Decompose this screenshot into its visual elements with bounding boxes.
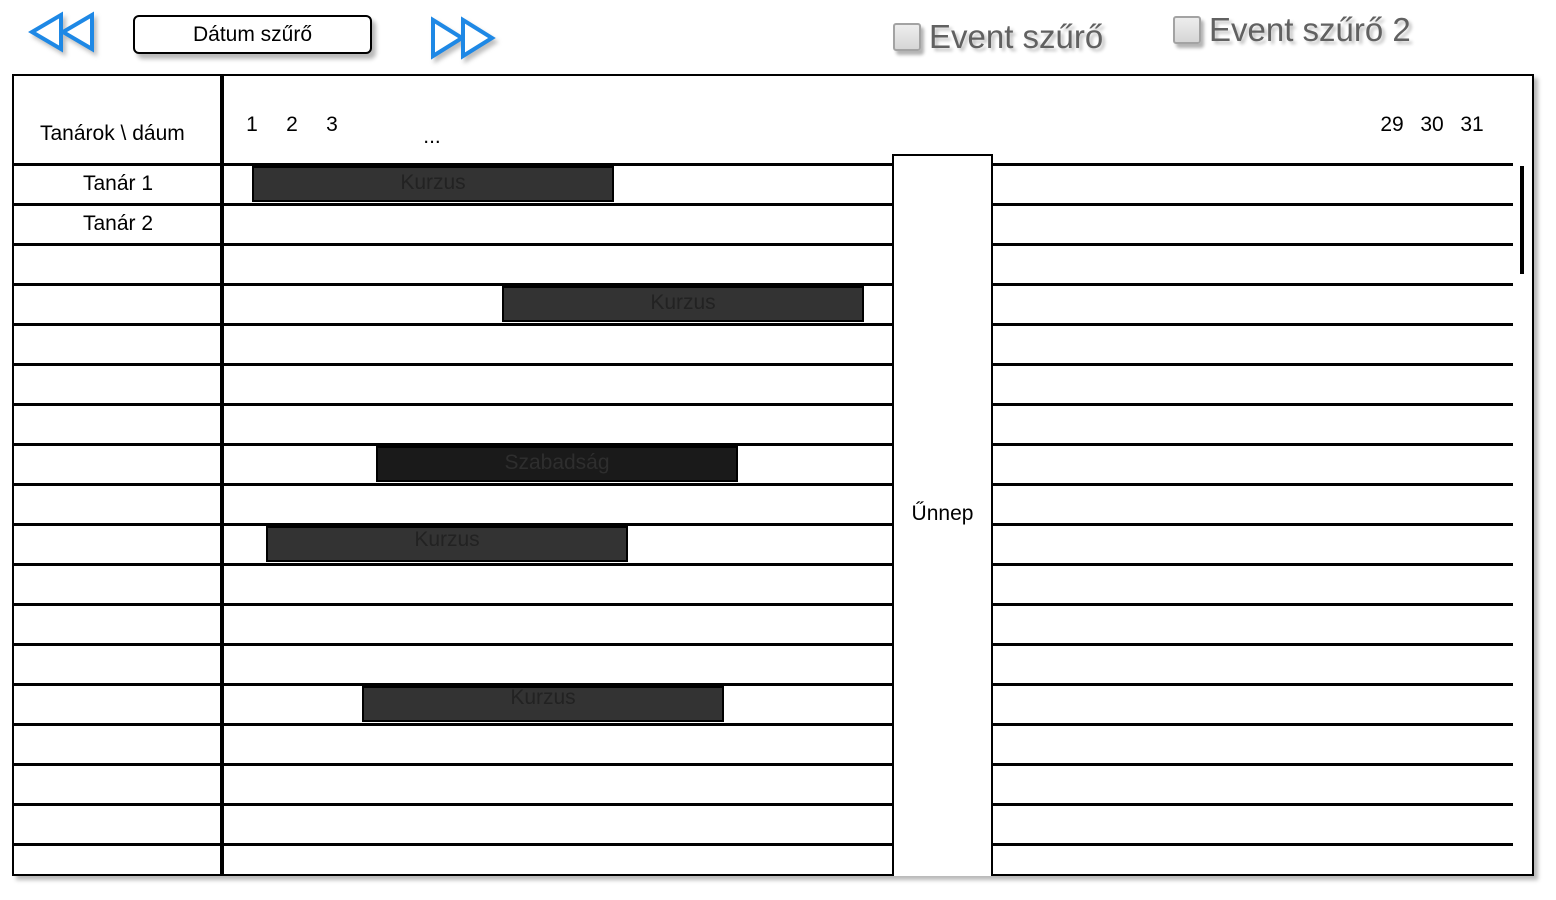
event-course[interactable]: Kurzus	[252, 166, 614, 202]
day-header: 2	[286, 113, 298, 136]
day-header: 31	[1460, 113, 1484, 136]
holiday-column[interactable]: Űnnep	[892, 154, 993, 876]
double-chevron-right-icon	[431, 16, 496, 60]
row-separator	[14, 203, 1513, 206]
teacher-name[interactable]: Tanár 2	[14, 212, 222, 236]
row-separator	[14, 243, 1513, 246]
corner-header: Tanárok \ dáum	[40, 122, 185, 145]
next-month-button[interactable]	[428, 16, 498, 62]
row-separator	[14, 523, 1513, 526]
row-separator	[14, 563, 1513, 566]
day-header: 29	[1380, 113, 1404, 136]
vertical-scrollbar[interactable]	[1520, 166, 1524, 274]
row-separator	[14, 323, 1513, 326]
row-separator	[14, 843, 1513, 846]
day-header: 1	[246, 113, 258, 136]
day-header: 3	[326, 113, 338, 136]
day-header: 30	[1420, 113, 1444, 136]
event-filter-2[interactable]: Event szűrő 2	[1173, 11, 1411, 49]
row-separator	[14, 763, 1513, 766]
event-filter-2-label: Event szűrő 2	[1209, 11, 1411, 48]
event-filter-2-checkbox[interactable]	[1173, 16, 1201, 44]
event-leave[interactable]: Szabadság	[376, 446, 738, 482]
day-header-ellipsis: ...	[423, 125, 441, 148]
event-filter-1[interactable]: Event szűrő	[893, 18, 1103, 56]
row-separator	[14, 683, 1513, 686]
event-filter-1-checkbox[interactable]	[893, 23, 921, 51]
previous-month-button[interactable]	[28, 10, 98, 56]
row-separator	[14, 803, 1513, 806]
date-filter-button[interactable]: Dátum szűrő	[133, 15, 372, 54]
event-filter-1-label: Event szűrő	[929, 18, 1104, 55]
holiday-label: Űnnep	[911, 502, 974, 525]
row-separator	[14, 723, 1513, 726]
event-course[interactable]: Kurzus	[362, 686, 724, 722]
row-separator	[14, 443, 1513, 446]
row-separator	[14, 403, 1513, 406]
event-course[interactable]: Kurzus	[502, 286, 864, 322]
calendar-grid	[12, 74, 1534, 876]
row-separator	[14, 643, 1513, 646]
row-separator	[14, 163, 1513, 166]
event-course[interactable]: Kurzus	[266, 526, 628, 562]
double-chevron-left-icon	[28, 11, 94, 53]
row-separator	[14, 483, 1513, 486]
row-separator	[14, 603, 1513, 606]
row-separator	[14, 363, 1513, 366]
teacher-name[interactable]: Tanár 1	[14, 172, 222, 196]
